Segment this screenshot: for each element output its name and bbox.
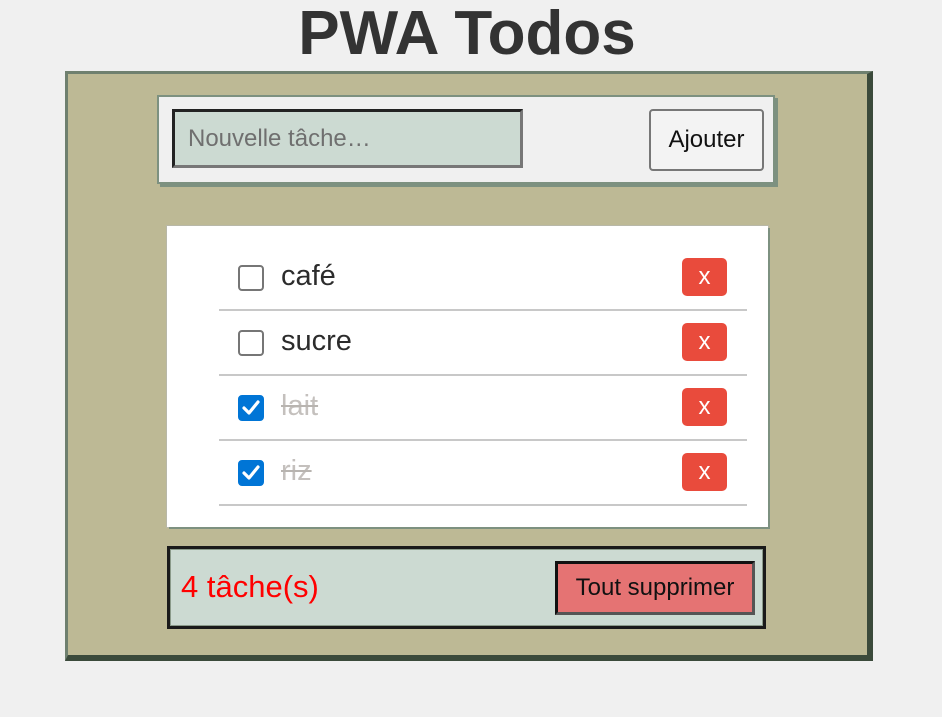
todo-checkbox[interactable]	[238, 330, 264, 356]
add-task-form: Ajouter	[157, 95, 775, 184]
app-title: PWA Todos	[298, 0, 636, 68]
add-button[interactable]: Ajouter	[649, 109, 764, 171]
delete-todo-button[interactable]: x	[682, 453, 727, 491]
new-task-input[interactable]	[172, 109, 523, 168]
delete-todo-button[interactable]: x	[682, 323, 727, 361]
todo-label: café	[281, 260, 336, 292]
todo-item: café x	[219, 246, 747, 311]
delete-todo-button[interactable]: x	[682, 258, 727, 296]
todo-card: café x sucre x lait x riz x	[167, 226, 768, 527]
todo-item: riz x	[219, 441, 747, 506]
todo-label: lait	[281, 390, 319, 422]
todo-item: lait x	[219, 376, 747, 441]
clear-all-button[interactable]: Tout supprimer	[555, 561, 755, 615]
todo-checkbox[interactable]	[238, 395, 264, 421]
delete-todo-button[interactable]: x	[682, 388, 727, 426]
todo-checkbox[interactable]	[238, 265, 264, 291]
todo-list: café x sucre x lait x riz x	[219, 246, 747, 506]
app-panel: Ajouter café x sucre x	[65, 71, 873, 661]
footer-bar: 4 tâche(s) Tout supprimer	[167, 546, 766, 629]
todo-item: sucre x	[219, 311, 747, 376]
task-count: 4 tâche(s)	[181, 569, 319, 604]
todo-label: sucre	[281, 325, 352, 357]
todo-label: riz	[281, 455, 312, 487]
check-icon	[242, 400, 260, 415]
check-icon	[242, 465, 260, 480]
todo-checkbox[interactable]	[238, 460, 264, 486]
